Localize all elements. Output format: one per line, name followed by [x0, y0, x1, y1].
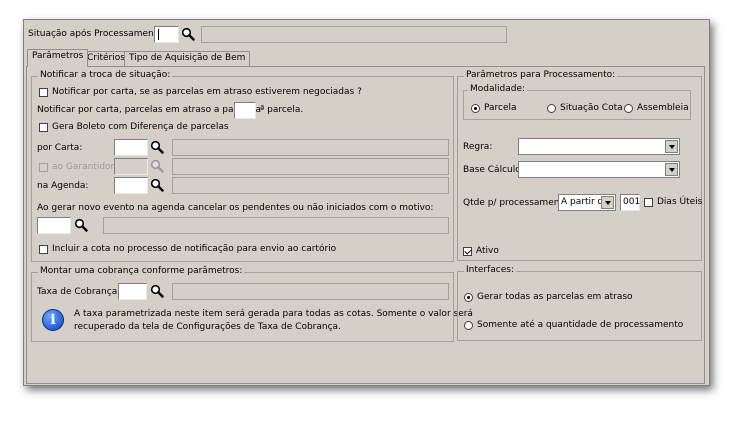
base-label: Base Cálculo:: [463, 165, 524, 175]
search-icon[interactable]: [181, 27, 195, 41]
incluir-cartorio-checkbox[interactable]: [39, 245, 48, 254]
tab-panel: Notificar a troca de situação: Notificar…: [26, 66, 705, 384]
cobranca-group: Montar uma cobrança conforme parâmetros:…: [31, 266, 473, 342]
motivo-desc: [103, 217, 449, 234]
atraso-suffix: ª parcela.: [260, 105, 304, 115]
interfaces-legend: Interfaces:: [464, 265, 517, 275]
search-icon[interactable]: [150, 159, 164, 173]
garantidor-desc: [172, 158, 449, 175]
modalidade-group: Modalidade: Parcela Situação Cota Assemb…: [463, 84, 691, 120]
radio-parcela[interactable]: [471, 104, 480, 113]
radio-assembleia-label: Assembleia: [637, 103, 689, 113]
por-carta-label: por Carta:: [37, 143, 83, 153]
cancelar-label: Ao gerar novo evento na agenda cancelar …: [37, 203, 434, 213]
tab-parametros[interactable]: Parâmetros: [27, 49, 89, 67]
modalidade-legend: Modalidade:: [468, 84, 528, 94]
processamento-legend: Parâmetros para Processamento:: [464, 70, 618, 80]
processamento-group: Parâmetros para Processamento: Modalidad…: [457, 70, 703, 261]
radio-gerar-todas-label: Gerar todas as parcelas em atraso: [477, 292, 633, 302]
tab-criterios[interactable]: Critérios: [82, 51, 130, 66]
situacao-code-input[interactable]: [154, 26, 179, 43]
notificar-group: Notificar a troca de situação: Notificar…: [31, 70, 454, 262]
taxa-input[interactable]: [118, 283, 147, 300]
cobranca-legend: Montar uma cobrança conforme parâmetros:: [38, 266, 245, 276]
motivo-input[interactable]: [37, 217, 71, 234]
agenda-input[interactable]: [114, 177, 148, 194]
agenda-desc: [172, 177, 449, 194]
tab-label: Parâmetros: [32, 51, 84, 61]
garantidor-label: ao Garantidor:: [52, 162, 118, 172]
tab-label: Tipo de Aquisição de Bem: [129, 53, 246, 63]
negociadas-checkbox[interactable]: [39, 88, 48, 97]
boleto-checkbox[interactable]: [39, 123, 48, 132]
search-icon[interactable]: [150, 178, 164, 192]
atraso-parcela-input[interactable]: [234, 102, 256, 119]
radio-assembleia[interactable]: [624, 104, 633, 113]
radio-somente-ate[interactable]: [464, 321, 473, 330]
qtde-input[interactable]: 001: [620, 194, 640, 211]
garantidor-checkbox[interactable]: [39, 163, 48, 172]
dias-uteis-checkbox[interactable]: [644, 198, 653, 207]
regra-select[interactable]: [518, 138, 680, 155]
garantidor-input[interactable]: [114, 158, 148, 175]
situacao-desc-field: [201, 26, 507, 43]
taxa-desc: [172, 283, 449, 300]
info-icon: i: [42, 309, 64, 331]
incluir-cartorio-label: Incluir a cota no processo de notificaçã…: [52, 244, 337, 254]
por-carta-desc: [172, 139, 449, 156]
ativo-checkbox[interactable]: [463, 247, 472, 256]
text-cursor: [158, 29, 159, 40]
qtde-value: 001: [623, 197, 641, 207]
info-text-2: recuperado da tela de Configurações de T…: [74, 322, 341, 332]
search-icon[interactable]: [74, 218, 88, 232]
ativo-label: Ativo: [476, 246, 499, 256]
regra-label: Regra:: [463, 142, 493, 152]
agenda-label: na Agenda:: [37, 181, 89, 191]
window: Situação após Processamento: Parâmetros …: [23, 19, 710, 386]
radio-situacao-cota-label: Situação Cota: [560, 103, 623, 113]
radio-situacao-cota[interactable]: [547, 104, 556, 113]
negociadas-label: Notificar por carta, se as parcelas em a…: [52, 87, 362, 97]
taxa-label: Taxa de Cobrança:: [37, 287, 121, 297]
radio-gerar-todas[interactable]: [464, 293, 473, 302]
chevron-down-icon[interactable]: [665, 163, 678, 176]
chevron-down-icon[interactable]: [601, 196, 614, 209]
base-select[interactable]: [518, 161, 680, 178]
boleto-label: Gera Boleto com Diferença de parcelas: [52, 122, 229, 132]
radio-somente-ate-label: Somente até a quantidade de processament…: [477, 320, 684, 330]
situacao-label: Situação após Processamento:: [28, 29, 166, 39]
tab-label: Critérios: [87, 53, 125, 63]
tab-tipo-aquisicao[interactable]: Tipo de Aquisição de Bem: [124, 51, 251, 66]
atraso-label: Notificar por carta, parcelas em atraso …: [37, 105, 262, 115]
interfaces-group: Interfaces: Gerar todas as parcelas em a…: [457, 265, 702, 341]
notificar-legend: Notificar a troca de situação:: [38, 70, 173, 80]
info-text-1: A taxa parametrizada neste item será ger…: [74, 309, 473, 319]
radio-parcela-label: Parcela: [484, 103, 517, 113]
search-icon[interactable]: [150, 284, 164, 298]
qtde-select[interactable]: A partir de: [558, 194, 616, 211]
search-icon[interactable]: [150, 140, 164, 154]
por-carta-input[interactable]: [114, 139, 148, 156]
dias-uteis-label: Dias Úteis: [657, 197, 703, 207]
qtde-label: Qtde p/ processamento:: [463, 198, 572, 208]
chevron-down-icon[interactable]: [665, 140, 678, 153]
